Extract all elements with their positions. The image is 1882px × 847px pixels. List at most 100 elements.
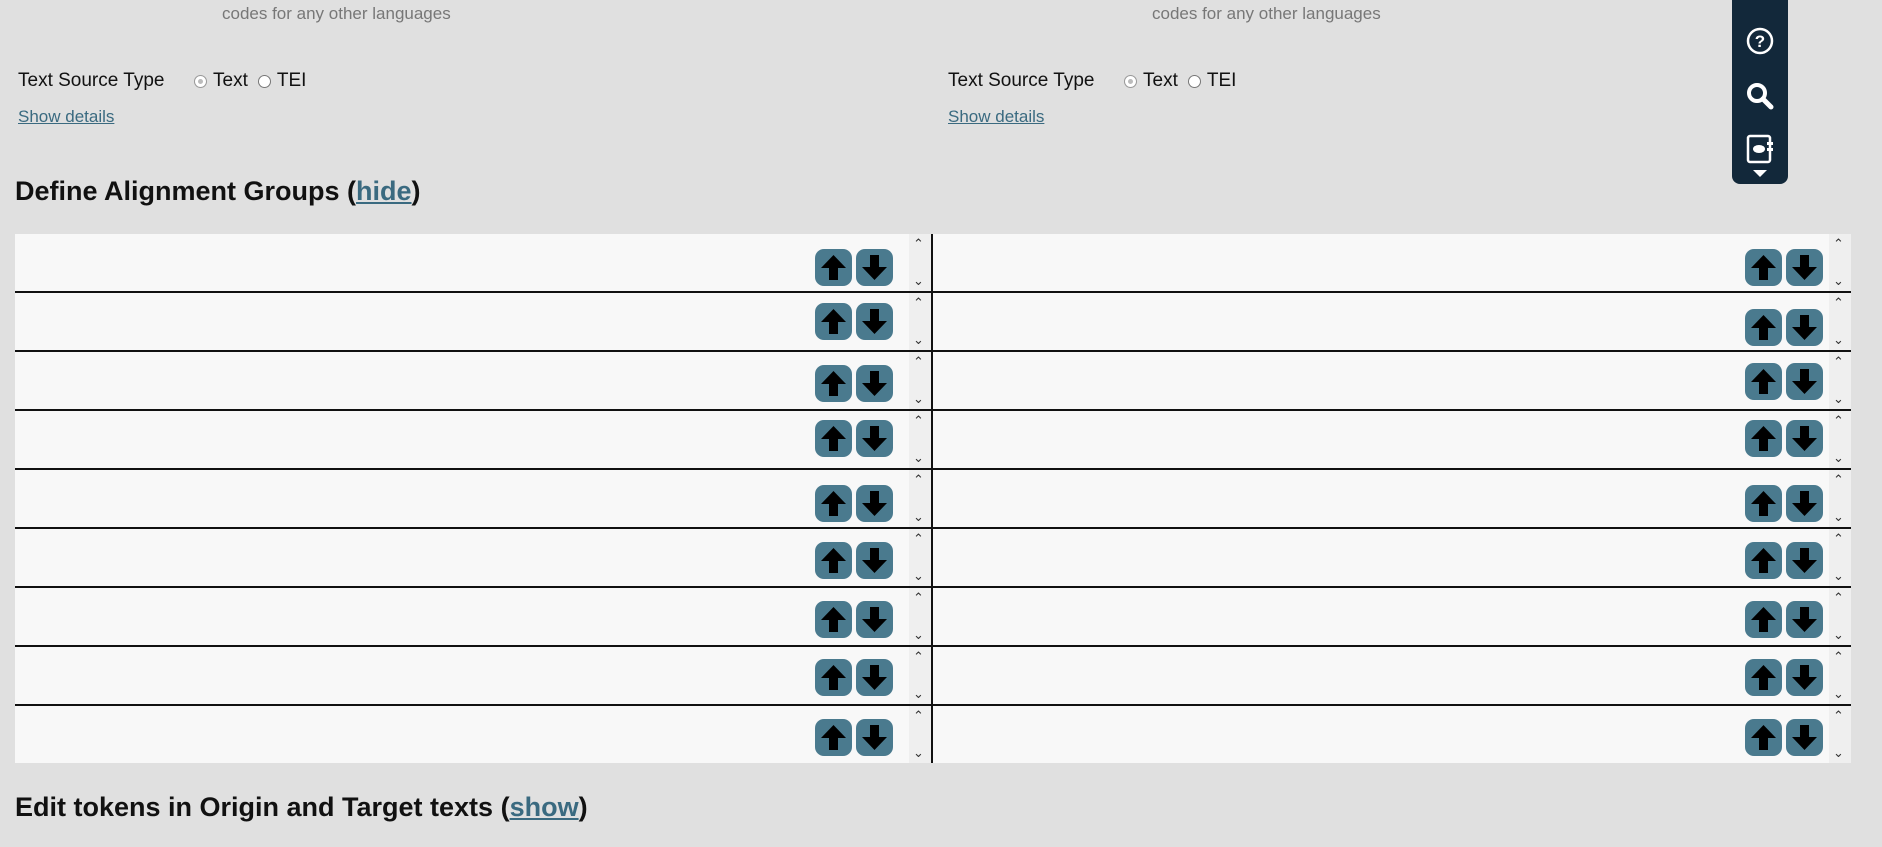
scroll-down-icon[interactable]: ⌄ [1833, 568, 1844, 584]
move-down-button[interactable] [1786, 363, 1823, 400]
alignment-group-box[interactable] [933, 588, 1829, 645]
search-icon[interactable] [1745, 81, 1775, 111]
scrollbar[interactable]: ⌃ ⌄ [909, 588, 931, 645]
alignment-group-box[interactable] [933, 647, 1829, 704]
radio-tei-left[interactable] [257, 74, 271, 88]
move-down-button[interactable] [856, 365, 893, 402]
move-down-button[interactable] [1786, 485, 1823, 522]
alignment-group-box[interactable] [15, 647, 909, 704]
scroll-down-icon[interactable]: ⌄ [1833, 745, 1844, 761]
move-up-button[interactable] [1745, 601, 1782, 638]
radio-tei-right[interactable] [1187, 74, 1201, 88]
book-icon[interactable] [1745, 134, 1775, 164]
hide-alignment-link[interactable]: hide [356, 176, 412, 206]
scroll-up-icon[interactable]: ⌃ [1833, 295, 1844, 311]
move-down-button[interactable] [1786, 249, 1823, 286]
move-up-button[interactable] [815, 719, 852, 756]
move-up-button[interactable] [815, 659, 852, 696]
alignment-group-box[interactable] [15, 352, 909, 409]
show-details-link-left[interactable]: Show details [18, 107, 114, 127]
scroll-up-icon[interactable]: ⌃ [1833, 354, 1844, 370]
alignment-group-box[interactable] [15, 411, 909, 468]
scroll-down-icon[interactable]: ⌄ [913, 745, 924, 761]
alignment-group-box[interactable] [15, 706, 909, 763]
scroll-up-icon[interactable]: ⌃ [913, 295, 924, 311]
alignment-group-box[interactable] [933, 352, 1829, 409]
alignment-group-box[interactable] [933, 706, 1829, 763]
scrollbar[interactable]: ⌃ ⌄ [909, 411, 931, 468]
move-down-button[interactable] [856, 420, 893, 457]
scroll-up-icon[interactable]: ⌃ [913, 649, 924, 665]
move-down-button[interactable] [1786, 719, 1823, 756]
move-up-button[interactable] [1745, 719, 1782, 756]
move-down-button[interactable] [1786, 601, 1823, 638]
scroll-down-icon[interactable]: ⌄ [1833, 509, 1844, 525]
scroll-up-icon[interactable]: ⌃ [1833, 472, 1844, 488]
scroll-down-icon[interactable]: ⌄ [1833, 686, 1844, 702]
move-up-button[interactable] [815, 601, 852, 638]
scroll-up-icon[interactable]: ⌃ [1833, 590, 1844, 606]
scroll-down-icon[interactable]: ⌄ [1833, 627, 1844, 643]
scroll-down-icon[interactable]: ⌄ [913, 332, 924, 348]
scroll-up-icon[interactable]: ⌃ [913, 236, 924, 252]
scroll-down-icon[interactable]: ⌄ [1833, 391, 1844, 407]
scroll-up-icon[interactable]: ⌃ [913, 472, 924, 488]
scrollbar[interactable]: ⌃ ⌄ [909, 293, 931, 350]
alignment-group-box[interactable] [933, 234, 1829, 291]
alignment-group-box[interactable] [15, 470, 909, 527]
scroll-down-icon[interactable]: ⌄ [913, 509, 924, 525]
scroll-up-icon[interactable]: ⌃ [1833, 413, 1844, 429]
alignment-group-box[interactable] [933, 470, 1829, 527]
move-down-button[interactable] [1786, 420, 1823, 457]
alignment-group-box[interactable] [933, 529, 1829, 586]
scroll-down-icon[interactable]: ⌄ [1833, 332, 1844, 348]
move-down-button[interactable] [856, 249, 893, 286]
alignment-group-box[interactable] [15, 529, 909, 586]
move-down-button[interactable] [1786, 542, 1823, 579]
alignment-group-box[interactable] [933, 293, 1829, 350]
alignment-group-box[interactable] [15, 234, 909, 291]
scrollbar[interactable]: ⌃ ⌄ [1829, 352, 1851, 409]
move-down-button[interactable] [856, 659, 893, 696]
radio-text-left[interactable] [194, 74, 207, 88]
alignment-group-box[interactable] [15, 293, 909, 350]
move-down-button[interactable] [856, 542, 893, 579]
alignment-group-box[interactable] [15, 588, 909, 645]
scroll-down-icon[interactable]: ⌄ [1833, 273, 1844, 289]
scrollbar[interactable]: ⌃ ⌄ [909, 529, 931, 586]
scroll-down-icon[interactable]: ⌄ [913, 273, 924, 289]
dropdown-arrow-icon[interactable] [1753, 170, 1767, 177]
scrollbar[interactable]: ⌃ ⌄ [1829, 470, 1851, 527]
move-down-button[interactable] [856, 485, 893, 522]
show-tokens-link[interactable]: show [510, 792, 579, 822]
scrollbar[interactable]: ⌃ ⌄ [909, 470, 931, 527]
move-down-button[interactable] [856, 601, 893, 638]
scrollbar[interactable]: ⌃ ⌄ [1829, 234, 1851, 291]
scroll-up-icon[interactable]: ⌃ [1833, 236, 1844, 252]
scroll-down-icon[interactable]: ⌄ [913, 391, 924, 407]
move-up-button[interactable] [1745, 485, 1782, 522]
scroll-up-icon[interactable]: ⌃ [913, 708, 924, 724]
move-down-button[interactable] [1786, 659, 1823, 696]
scroll-up-icon[interactable]: ⌃ [1833, 531, 1844, 547]
scrollbar[interactable]: ⌃ ⌄ [1829, 411, 1851, 468]
move-up-button[interactable] [1745, 363, 1782, 400]
scroll-up-icon[interactable]: ⌃ [913, 531, 924, 547]
scrollbar[interactable]: ⌃ ⌄ [909, 234, 931, 291]
scrollbar[interactable]: ⌃ ⌄ [1829, 529, 1851, 586]
scroll-up-icon[interactable]: ⌃ [1833, 649, 1844, 665]
scroll-down-icon[interactable]: ⌄ [913, 450, 924, 466]
move-up-button[interactable] [1745, 542, 1782, 579]
scrollbar[interactable]: ⌃ ⌄ [1829, 588, 1851, 645]
scrollbar[interactable]: ⌃ ⌄ [1829, 293, 1851, 350]
move-down-button[interactable] [856, 719, 893, 756]
move-down-button[interactable] [1786, 309, 1823, 346]
scrollbar[interactable]: ⌃ ⌄ [909, 647, 931, 704]
scrollbar[interactable]: ⌃ ⌄ [1829, 647, 1851, 704]
scroll-up-icon[interactable]: ⌃ [913, 590, 924, 606]
move-up-button[interactable] [815, 485, 852, 522]
scroll-down-icon[interactable]: ⌄ [913, 627, 924, 643]
show-details-link-right[interactable]: Show details [948, 107, 1044, 127]
move-up-button[interactable] [815, 365, 852, 402]
move-up-button[interactable] [815, 303, 852, 340]
